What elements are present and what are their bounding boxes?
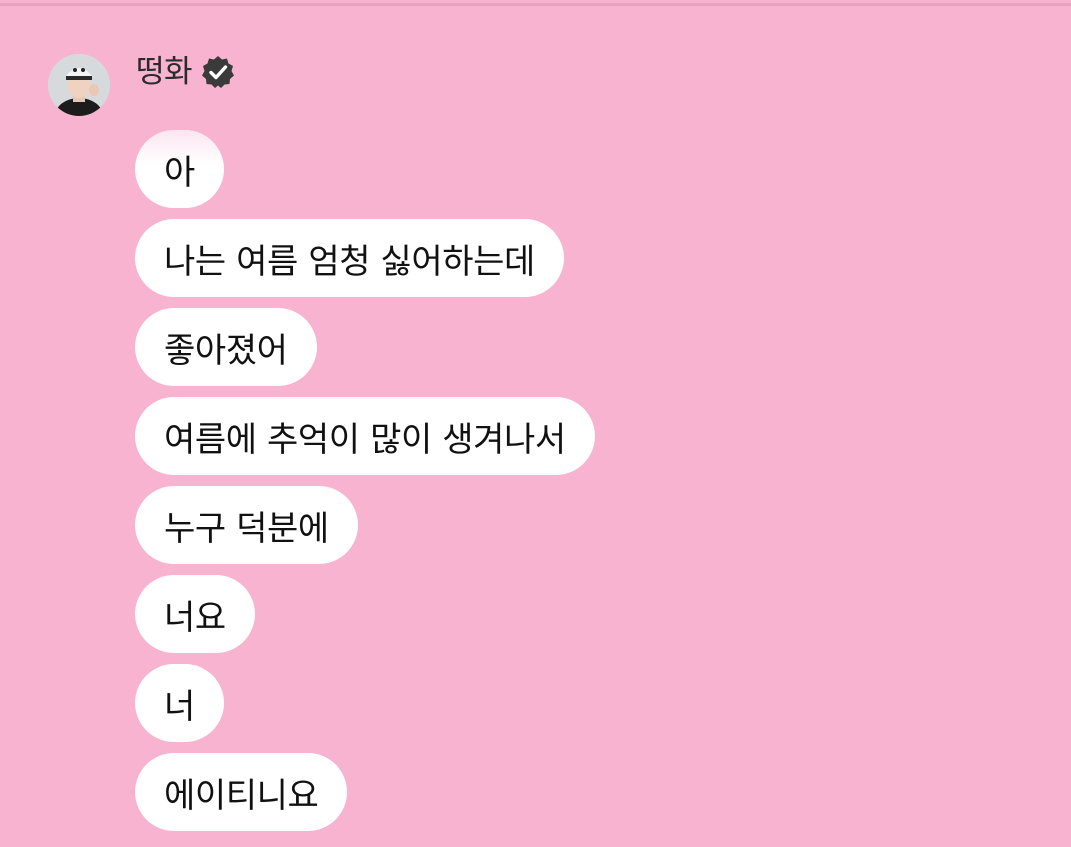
message-bubble[interactable]: 에이티니요 bbox=[135, 753, 348, 831]
profile-photo-icon bbox=[48, 54, 110, 116]
avatar[interactable] bbox=[48, 54, 110, 116]
message-bubble[interactable]: 좋아졌어 bbox=[135, 308, 317, 386]
message-bubble[interactable]: 너요 bbox=[135, 575, 255, 653]
message-bubble[interactable]: 누구 덕분에 bbox=[135, 486, 358, 564]
sender-name: 떵화 bbox=[136, 53, 193, 90]
message-bubble[interactable]: 나는 여름 엄청 싫어하는데 bbox=[135, 219, 564, 297]
message-bubble[interactable]: 너 bbox=[135, 664, 224, 742]
message-bubble[interactable]: 여름에 추억이 많이 생겨나서 bbox=[135, 397, 595, 475]
message-bubble[interactable]: 아 bbox=[135, 130, 224, 208]
top-divider bbox=[0, 3, 1071, 6]
verified-badge-icon bbox=[200, 54, 236, 90]
message-list: 아 나는 여름 엄청 싫어하는데 좋아졌어 여름에 추억이 많이 생겨나서 누구… bbox=[135, 130, 595, 842]
sender-header: 떵화 bbox=[136, 48, 236, 96]
